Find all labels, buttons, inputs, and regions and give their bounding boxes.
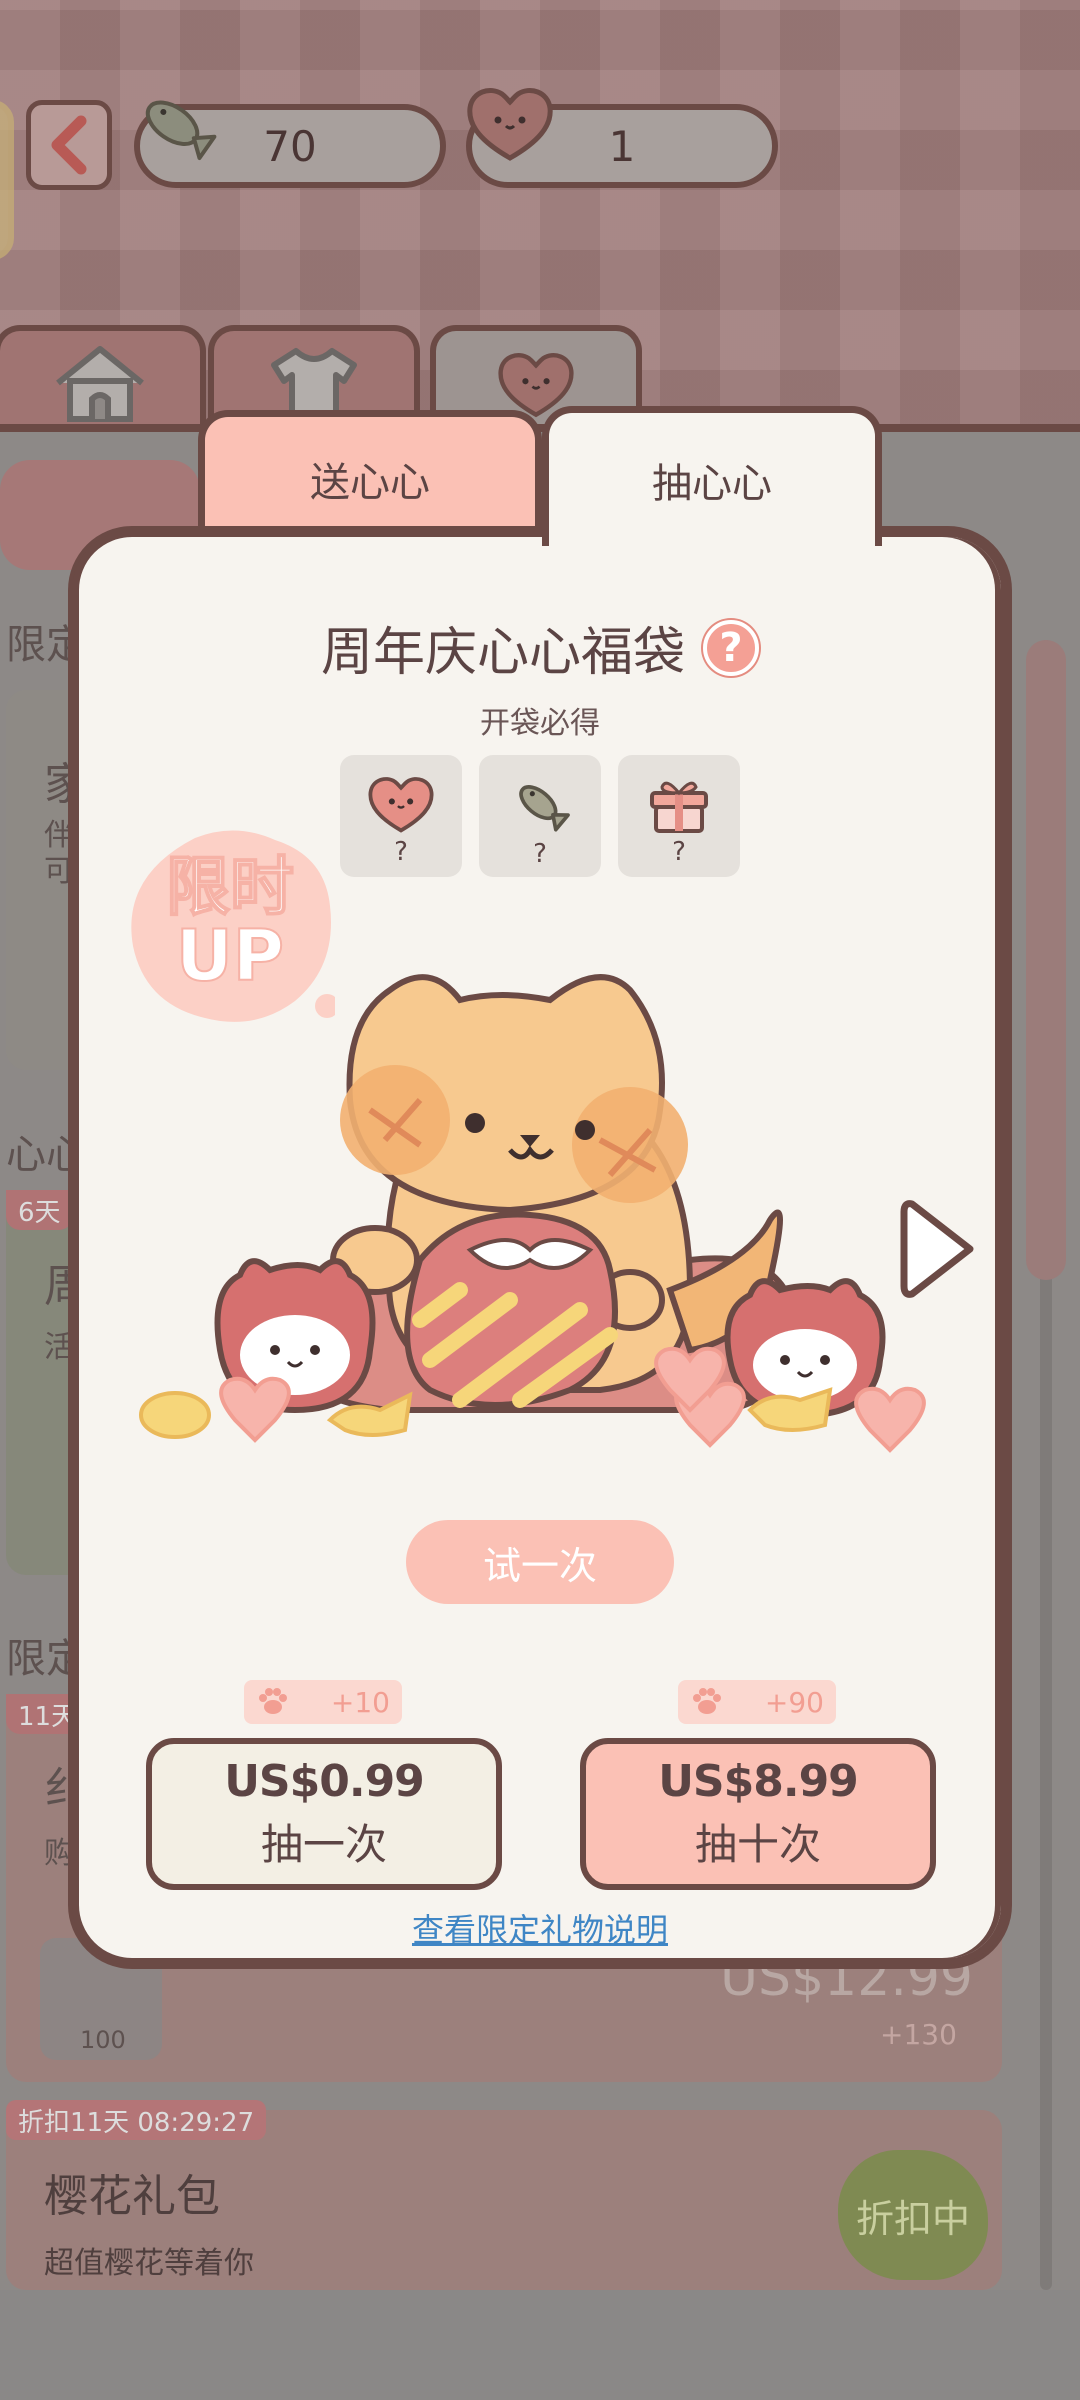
draw-once-price: US$0.99: [224, 1756, 425, 1807]
bg-card-3-count: 100: [80, 2026, 126, 2054]
help-button[interactable]: ?: [703, 619, 759, 676]
bg-card-2-desc: 活: [44, 1330, 74, 1365]
bonus-tag-ten: +90: [678, 1680, 836, 1724]
gift-info-link[interactable]: 查看限定礼物说明: [0, 1905, 1080, 1951]
chevron-left-icon: [51, 115, 87, 175]
tab-send-hearts[interactable]: 送心心: [198, 410, 542, 540]
back-button[interactable]: [26, 100, 112, 190]
fish-icon: [519, 785, 570, 832]
heart-currency-pill: 1: [466, 88, 778, 188]
bg-card-3-plus: +130: [880, 2018, 957, 2051]
bonus-value: +90: [764, 1685, 824, 1719]
bonus-tag-one: +10: [244, 1680, 402, 1724]
draw-ten-button[interactable]: US$8.99 抽十次: [580, 1738, 936, 1890]
bg-card-4-title: 樱花礼包: [44, 2171, 220, 2222]
bg-card-4-badge: 折扣11天 08:29:27: [6, 2100, 267, 2140]
draw-once-button[interactable]: US$0.99 抽一次: [146, 1738, 502, 1890]
home-icon: [56, 346, 144, 422]
tab-home[interactable]: [0, 325, 206, 435]
bg-card-2-badge: 6天: [6, 1190, 73, 1230]
bg-card-3-desc: 购: [44, 1836, 74, 1871]
tab-joint: [549, 528, 875, 550]
next-arrow-button[interactable]: [898, 1194, 982, 1304]
dialog-title-row: 周年庆心心福袋 ?: [0, 610, 1080, 685]
reward-qty: ?: [672, 837, 686, 867]
cat-lucky-bag-illustration: [139, 974, 926, 1453]
bonus-value: +10: [330, 1685, 390, 1719]
try-once-button[interactable]: 试一次: [406, 1520, 674, 1604]
reward-qty: ?: [533, 839, 547, 869]
bg-card-4-sale: 折扣中: [838, 2150, 988, 2280]
reward-slot-heart[interactable]: ?: [340, 755, 462, 877]
fish-currency-pill: 70: [134, 100, 446, 188]
draw-ten-label: 抽十次: [694, 1820, 821, 1869]
tab-draw-hearts-label: 抽心心: [652, 460, 772, 507]
draw-once-label: 抽一次: [260, 1820, 387, 1869]
bg-card-1-desc: 伴 可: [44, 818, 74, 889]
tab-send-hearts-label: 送心心: [310, 459, 430, 506]
dialog-title: 周年庆心心福袋: [320, 623, 685, 683]
paw-icon: [259, 1688, 287, 1714]
heart-count: 1: [608, 121, 636, 171]
guaranteed-label: 开袋必得: [480, 706, 600, 741]
paw-icon: [693, 1688, 721, 1714]
badge-text-line1: 限时: [165, 851, 295, 925]
side-tab: [0, 100, 14, 260]
fish-icon: [145, 100, 217, 161]
heart-face-icon: [368, 777, 434, 833]
reward-qty: ?: [394, 837, 408, 867]
heart-face-icon: [467, 88, 553, 161]
bg-card-4-desc: 超值樱花等着你: [44, 2246, 254, 2281]
reward-slot-gift[interactable]: ?: [618, 755, 740, 877]
tab-draw-hearts[interactable]: 抽心心: [542, 406, 882, 546]
fish-count: 70: [263, 121, 317, 171]
draw-ten-price: US$8.99: [658, 1756, 859, 1807]
gift-icon: [650, 781, 708, 833]
bottom-strip: [0, 2290, 1080, 2400]
reward-slot-fish[interactable]: ?: [479, 755, 601, 877]
